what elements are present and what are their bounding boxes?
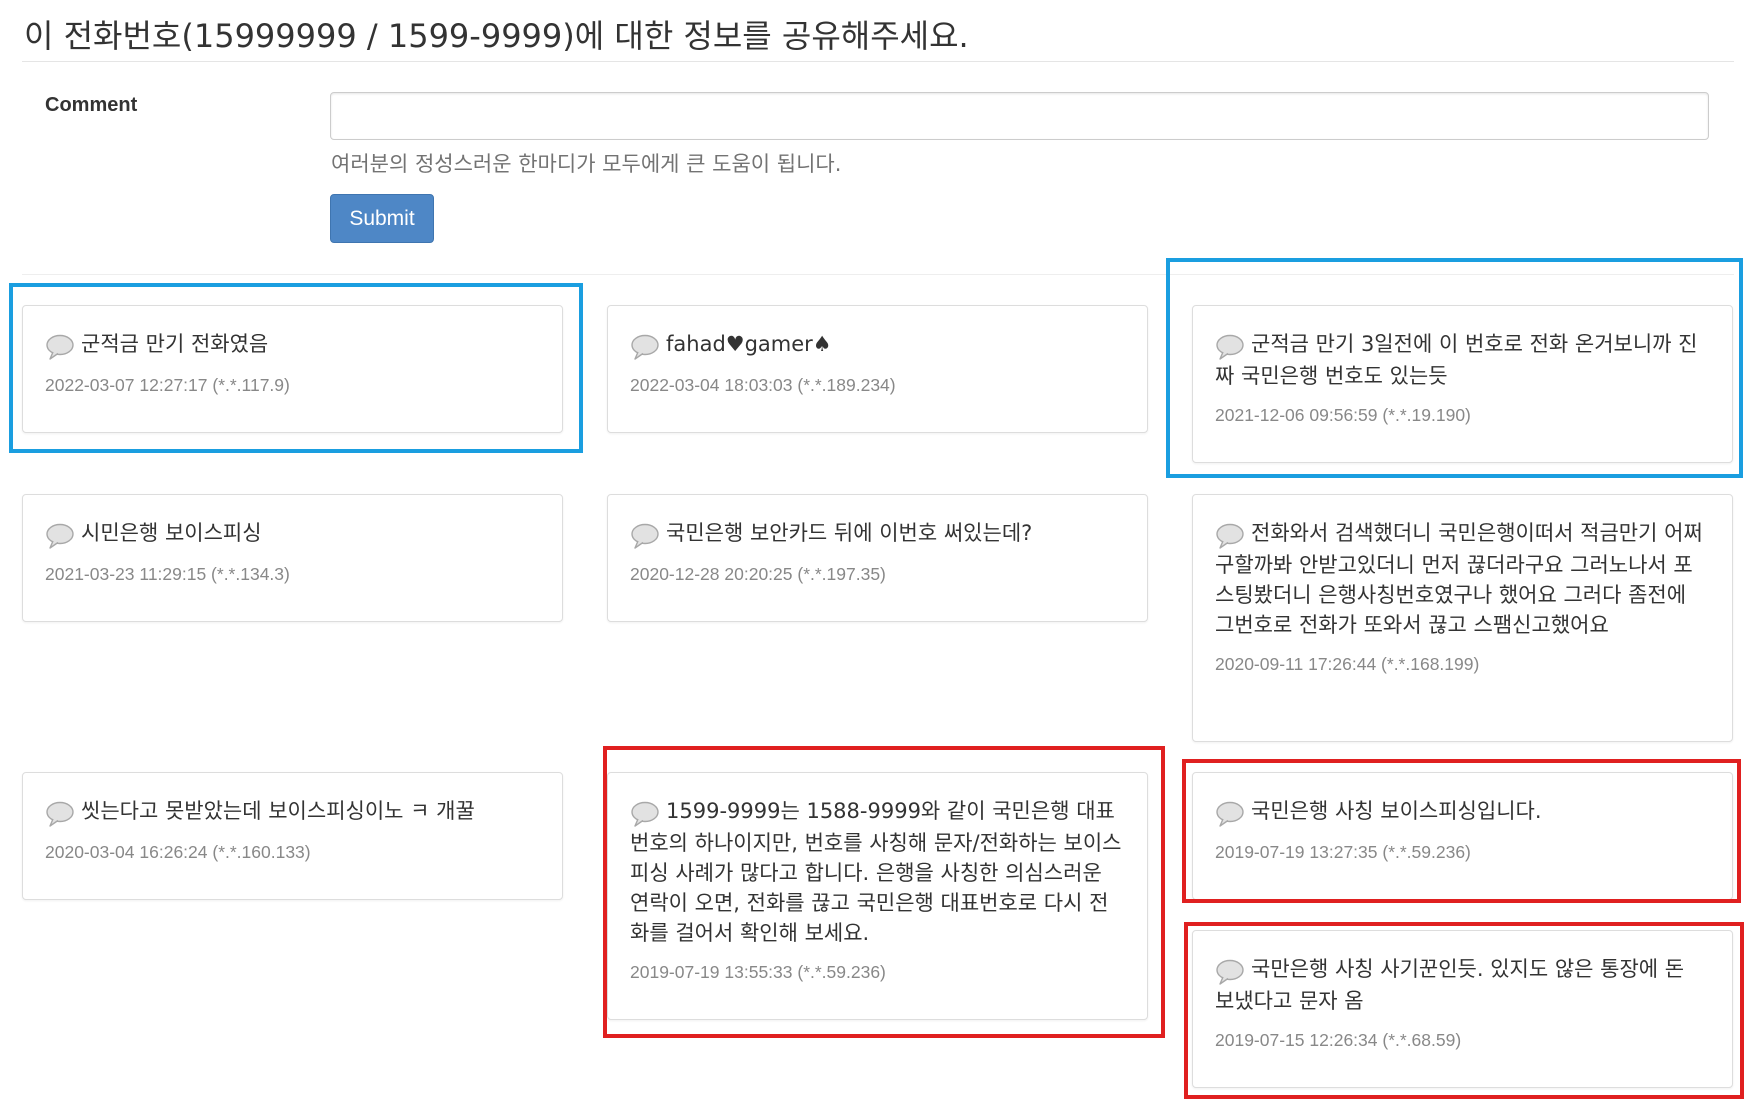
speech-bubble-icon [1216,523,1244,549]
speech-bubble-icon [631,334,659,360]
comment-text: 국민은행 보안카드 뒤에 이번호 써있는데? [666,521,1033,545]
comment-meta: 2020-09-11 17:26:44 (*.*.168.199) [1215,654,1480,674]
comment-text-row: 군적금 만기 3일전에 이 번호로 전화 온거보니까 진짜 국민은행 번호도 있… [1215,329,1710,391]
comment-meta: 2020-12-28 20:20:25 (*.*.197.35) [630,564,886,584]
comment-text-row: 씻는다고 못받았는데 보이스피싱이노 ㅋ 개꿀 [45,796,540,828]
comment-card: 씻는다고 못받았는데 보이스피싱이노 ㅋ 개꿀 2020-03-04 16:26… [22,772,563,900]
comment-text: 1599-9999는 1588-9999와 같이 국민은행 대표번호의 하나이지… [630,799,1122,945]
comment-meta: 2020-03-04 16:26:24 (*.*.160.133) [45,842,311,862]
page-title: 이 전화번호(15999999 / 1599-9999)에 대한 정보를 공유해… [24,17,969,55]
comment-meta: 2019-07-15 12:26:34 (*.*.68.59) [1215,1030,1462,1050]
comment-label: Comment [45,94,138,116]
title-divider [22,61,1734,62]
comment-text-row: 국만은행 사칭 사기꾼인듯. 있지도 않은 통장에 돈 보냈다고 문자 옴 [1215,954,1710,1016]
speech-bubble-icon [631,801,659,827]
comment-text: 시민은행 보이스피싱 [81,521,262,545]
speech-bubble-icon [1216,334,1244,360]
comment-text-row: 시민은행 보이스피싱 [45,518,540,550]
comment-text: 군적금 만기 전화였음 [81,332,269,356]
comment-card: 국민은행 보안카드 뒤에 이번호 써있는데? 2020-12-28 20:20:… [607,494,1148,622]
comment-text: 국만은행 사칭 사기꾼인듯. 있지도 않은 통장에 돈 보냈다고 문자 옴 [1215,957,1685,1013]
speech-bubble-icon [631,523,659,549]
comment-text: 씻는다고 못받았는데 보이스피싱이노 ㅋ 개꿀 [81,799,475,823]
comment-card: 국민은행 사칭 보이스피싱입니다. 2019-07-19 13:27:35 (*… [1192,772,1733,900]
submit-button[interactable]: Submit [330,194,434,243]
comment-card: 1599-9999는 1588-9999와 같이 국민은행 대표번호의 하나이지… [607,772,1148,1020]
comment-meta: 2019-07-19 13:55:33 (*.*.59.236) [630,962,886,982]
comment-meta: 2019-07-19 13:27:35 (*.*.59.236) [1215,842,1471,862]
comment-textarea[interactable] [330,92,1709,140]
speech-bubble-icon [46,334,74,360]
comment-card: fahad♥gamer♠ 2022-03-04 18:03:03 (*.*.18… [607,305,1148,433]
comment-help-text: 여러분의 정성스러운 한마디가 모두에게 큰 도움이 됩니다. [331,152,842,176]
comment-card: 전화와서 검색했더니 국민은행이떠서 적금만기 어쩌구할까봐 안받고있더니 먼저… [1192,494,1733,742]
comment-card: 군적금 만기 전화였음 2022-03-07 12:27:17 (*.*.117… [22,305,563,433]
speech-bubble-icon [46,801,74,827]
comment-text-row: 국민은행 보안카드 뒤에 이번호 써있는데? [630,518,1125,550]
comment-text-row: 전화와서 검색했더니 국민은행이떠서 적금만기 어쩌구할까봐 안받고있더니 먼저… [1215,518,1710,640]
comment-text: 국민은행 사칭 보이스피싱입니다. [1251,799,1542,823]
comment-meta: 2022-03-07 12:27:17 (*.*.117.9) [45,375,290,395]
comment-text-row: 군적금 만기 전화였음 [45,329,540,361]
comment-text-row: 1599-9999는 1588-9999와 같이 국민은행 대표번호의 하나이지… [630,796,1125,948]
comment-text: fahad♥gamer♠ [666,332,832,356]
comment-text: 군적금 만기 3일전에 이 번호로 전화 온거보니까 진짜 국민은행 번호도 있… [1215,332,1698,388]
comment-meta: 2021-03-23 11:29:15 (*.*.134.3) [45,564,290,584]
section-divider [22,274,1734,275]
comment-text-row: 국민은행 사칭 보이스피싱입니다. [1215,796,1710,828]
comment-card: 국만은행 사칭 사기꾼인듯. 있지도 않은 통장에 돈 보냈다고 문자 옴 20… [1192,930,1733,1088]
speech-bubble-icon [1216,959,1244,985]
comment-meta: 2021-12-06 09:56:59 (*.*.19.190) [1215,405,1471,425]
speech-bubble-icon [46,523,74,549]
comment-card: 시민은행 보이스피싱 2021-03-23 11:29:15 (*.*.134.… [22,494,563,622]
comment-card: 군적금 만기 3일전에 이 번호로 전화 온거보니까 진짜 국민은행 번호도 있… [1192,305,1733,463]
comment-meta: 2022-03-04 18:03:03 (*.*.189.234) [630,375,896,395]
speech-bubble-icon [1216,801,1244,827]
comment-text-row: fahad♥gamer♠ [630,329,1125,361]
comment-text: 전화와서 검색했더니 국민은행이떠서 적금만기 어쩌구할까봐 안받고있더니 먼저… [1215,521,1703,637]
